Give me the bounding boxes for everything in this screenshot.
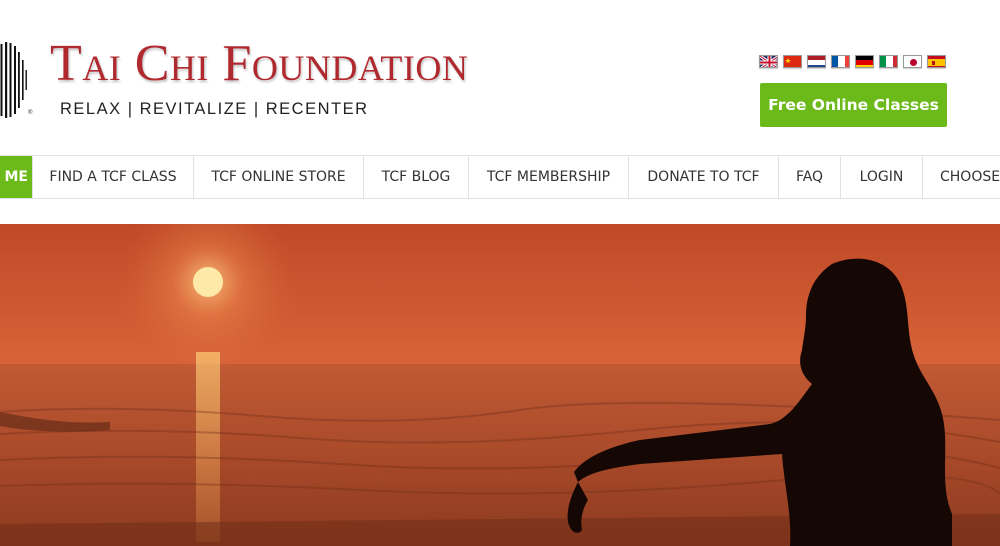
nav-item-online-store[interactable]: TCF ONLINE STORE — [194, 156, 364, 198]
germany-flag-icon[interactable] — [855, 55, 874, 68]
free-online-classes-button[interactable]: Free Online Classes — [760, 83, 947, 127]
hero-banner — [0, 224, 1000, 546]
language-selector — [759, 55, 946, 68]
main-nav: ME FIND A TCF CLASS TCF ONLINE STORE TCF… — [0, 155, 1000, 199]
netherlands-flag-icon[interactable] — [807, 55, 826, 68]
nav-item-choose[interactable]: CHOOSE — [923, 156, 1000, 198]
nav-item-blog[interactable]: TCF BLOG — [364, 156, 469, 198]
nav-item-login[interactable]: LOGIN — [841, 156, 923, 198]
nav-item-faq[interactable]: FAQ — [779, 156, 841, 198]
nav-item-membership[interactable]: TCF MEMBERSHIP — [469, 156, 629, 198]
nav-item-home[interactable]: ME — [0, 156, 33, 198]
site-logo-title[interactable]: Tai Chi Foundation — [50, 34, 468, 94]
japan-flag-icon[interactable] — [903, 55, 922, 68]
logo-icon[interactable]: ® — [0, 40, 34, 120]
nav-item-donate[interactable]: DONATE TO TCF — [629, 156, 779, 198]
sunset-beach-tai-chi-photo — [0, 224, 1000, 546]
spain-flag-icon[interactable] — [927, 55, 946, 68]
china-flag-icon[interactable] — [783, 55, 802, 68]
uk-flag-icon[interactable] — [759, 55, 778, 68]
site-tagline: RELAX | REVITALIZE | RECENTER — [60, 100, 369, 118]
france-flag-icon[interactable] — [831, 55, 850, 68]
italy-flag-icon[interactable] — [879, 55, 898, 68]
svg-text:®: ® — [28, 109, 33, 116]
nav-item-find-class[interactable]: FIND A TCF CLASS — [33, 156, 194, 198]
